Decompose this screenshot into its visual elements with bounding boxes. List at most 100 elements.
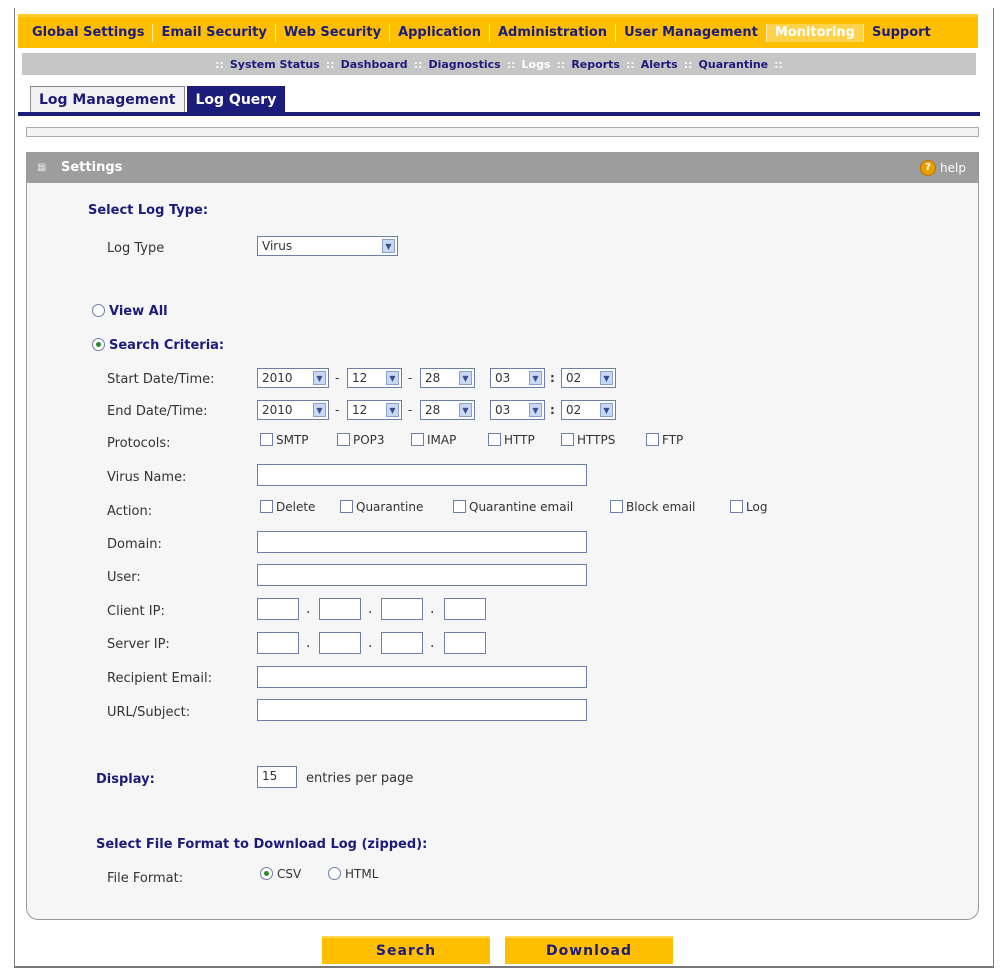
search-criteria-radio[interactable]	[92, 338, 105, 351]
main-nav: Global Settings Email Security Web Secur…	[18, 14, 978, 48]
delete-checkbox[interactable]	[260, 500, 273, 513]
log-type-select[interactable]: Virus ▼	[257, 236, 398, 256]
recipient-email-label: Recipient Email:	[107, 671, 212, 686]
http-checkbox[interactable]	[488, 433, 501, 446]
protocol-smtp[interactable]: SMTP	[260, 433, 309, 447]
action-delete[interactable]: Delete	[260, 500, 315, 514]
chevron-down-icon: ▼	[459, 371, 472, 385]
chevron-down-icon: ▼	[459, 403, 472, 417]
tab-bar: Log Management Log Query	[30, 86, 287, 113]
panel-header: ▦ Settings ? help	[27, 153, 978, 183]
csv-radio[interactable]	[260, 867, 273, 880]
end-minute-select[interactable]: 02 ▼	[561, 400, 616, 420]
html-radio[interactable]	[328, 867, 341, 880]
nav-administration[interactable]: Administration	[488, 23, 615, 42]
start-datetime-label: Start Date/Time:	[107, 372, 215, 387]
end-month-select[interactable]: 12 ▼	[347, 400, 402, 420]
smtp-checkbox[interactable]	[260, 433, 273, 446]
sub-nav: :: System Status :: Dashboard :: Diagnos…	[22, 53, 976, 75]
server-ip-octet-4[interactable]	[444, 632, 486, 654]
quarantine-email-checkbox[interactable]	[453, 500, 466, 513]
start-hour-select[interactable]: 03 ▼	[490, 368, 545, 388]
start-day-select[interactable]: 28 ▼	[420, 368, 475, 388]
subnav-logs[interactable]: Logs	[522, 58, 551, 71]
entries-per-page-label: entries per page	[306, 771, 414, 786]
ftp-checkbox[interactable]	[646, 433, 659, 446]
format-html-option[interactable]: HTML	[328, 867, 378, 881]
domain-label: Domain:	[107, 537, 162, 552]
chevron-down-icon: ▼	[313, 403, 326, 417]
nav-global-settings[interactable]: Global Settings	[18, 24, 152, 42]
start-minute-select[interactable]: 02 ▼	[561, 368, 616, 388]
tab-underline	[18, 112, 980, 116]
user-input[interactable]	[257, 564, 587, 586]
domain-input[interactable]	[257, 531, 587, 553]
nav-monitoring[interactable]: Monitoring	[765, 23, 863, 42]
client-ip-octet-2[interactable]	[319, 598, 361, 620]
start-year-select[interactable]: 2010 ▼	[257, 368, 329, 388]
start-month-select[interactable]: 12 ▼	[347, 368, 402, 388]
panel-title: Settings	[61, 160, 123, 175]
log-checkbox[interactable]	[730, 500, 743, 513]
message-bar	[26, 127, 979, 137]
tab-log-query[interactable]: Log Query	[186, 86, 286, 113]
action-log[interactable]: Log	[730, 500, 767, 514]
view-all-radio[interactable]	[92, 304, 105, 317]
download-button[interactable]: Download	[505, 936, 673, 964]
chevron-down-icon: ▼	[529, 371, 542, 385]
action-label: Action:	[107, 504, 153, 519]
chevron-down-icon: ▼	[313, 371, 326, 385]
action-quarantine-email[interactable]: Quarantine email	[453, 500, 573, 514]
nav-user-management[interactable]: User Management	[615, 23, 766, 42]
protocol-ftp[interactable]: FTP	[646, 433, 683, 447]
client-ip-octet-1[interactable]	[257, 598, 299, 620]
nav-support[interactable]: Support	[862, 23, 939, 42]
search-button[interactable]: Search	[322, 936, 490, 964]
chevron-down-icon: ▼	[600, 403, 613, 417]
block-email-checkbox[interactable]	[610, 500, 623, 513]
server-ip-octet-1[interactable]	[257, 632, 299, 654]
protocol-imap[interactable]: IMAP	[411, 433, 456, 447]
subnav-diagnostics[interactable]: Diagnostics	[428, 58, 500, 71]
help-link[interactable]: ? help	[920, 160, 966, 176]
file-format-heading: Select File Format to Download Log (zipp…	[96, 837, 428, 852]
end-hour-select[interactable]: 03 ▼	[490, 400, 545, 420]
search-criteria-option[interactable]: Search Criteria:	[92, 338, 224, 353]
display-label: Display:	[96, 772, 155, 787]
format-csv-option[interactable]: CSV	[260, 867, 301, 881]
end-year-select[interactable]: 2010 ▼	[257, 400, 329, 420]
quarantine-checkbox[interactable]	[340, 500, 353, 513]
client-ip-octet-4[interactable]	[444, 598, 486, 620]
recipient-email-input[interactable]	[257, 666, 587, 688]
url-subject-input[interactable]	[257, 699, 587, 721]
file-format-label: File Format:	[107, 871, 184, 886]
tab-log-management[interactable]: Log Management	[30, 86, 185, 113]
protocol-pop3[interactable]: POP3	[337, 433, 385, 447]
virus-name-label: Virus Name:	[107, 470, 187, 485]
imap-checkbox[interactable]	[411, 433, 424, 446]
nav-email-security[interactable]: Email Security	[152, 23, 274, 42]
select-log-type-heading: Select Log Type:	[88, 203, 209, 218]
https-checkbox[interactable]	[561, 433, 574, 446]
virus-name-input[interactable]	[257, 464, 587, 486]
entries-per-page-input[interactable]: 15	[257, 766, 297, 788]
subnav-reports[interactable]: Reports	[571, 58, 620, 71]
subnav-alerts[interactable]: Alerts	[641, 58, 678, 71]
chevron-down-icon: ▼	[386, 403, 399, 417]
action-quarantine[interactable]: Quarantine	[340, 500, 423, 514]
action-block-email[interactable]: Block email	[610, 500, 695, 514]
nav-application[interactable]: Application	[389, 23, 489, 42]
server-ip-octet-2[interactable]	[319, 632, 361, 654]
chevron-down-icon: ▼	[600, 371, 613, 385]
pop3-checkbox[interactable]	[337, 433, 350, 446]
server-ip-octet-3[interactable]	[381, 632, 423, 654]
end-day-select[interactable]: 28 ▼	[420, 400, 475, 420]
protocol-https[interactable]: HTTPS	[561, 433, 615, 447]
nav-web-security[interactable]: Web Security	[274, 23, 389, 42]
subnav-system-status[interactable]: System Status	[230, 58, 320, 71]
protocol-http[interactable]: HTTP	[488, 433, 535, 447]
client-ip-octet-3[interactable]	[381, 598, 423, 620]
subnav-dashboard[interactable]: Dashboard	[341, 58, 408, 71]
view-all-option[interactable]: View All	[92, 304, 168, 319]
subnav-quarantine[interactable]: Quarantine	[699, 58, 769, 71]
